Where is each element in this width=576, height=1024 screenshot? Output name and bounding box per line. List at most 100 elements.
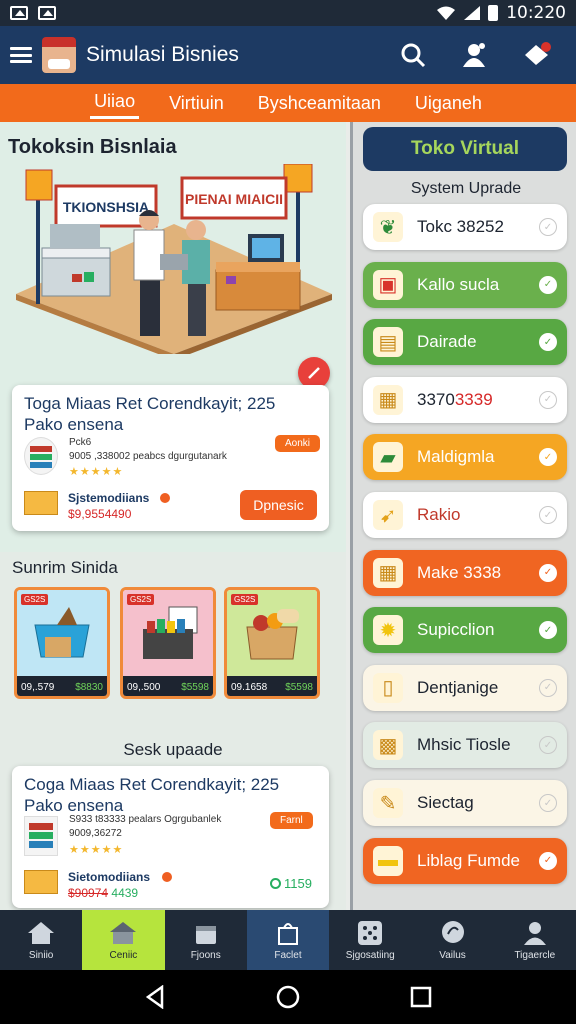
card-code: Pck6 bbox=[69, 437, 92, 448]
nav-label: Vailus bbox=[439, 949, 466, 961]
back-icon[interactable] bbox=[144, 985, 166, 1009]
banner-left-text: TKIONSHSIA bbox=[63, 199, 149, 215]
tab-virtiuin[interactable]: Virtiuin bbox=[165, 89, 228, 118]
device-icon: ▯ bbox=[373, 672, 403, 703]
right-menu-item[interactable]: ✹ Supicclion ✓ bbox=[363, 607, 567, 654]
alert-dot-icon bbox=[160, 493, 170, 503]
search-icon[interactable] bbox=[400, 42, 426, 68]
nav-item-settings[interactable]: Sjgosatiing bbox=[329, 910, 411, 970]
product-price: 09,.579 bbox=[21, 682, 55, 693]
product-thumbnail bbox=[24, 437, 58, 475]
product-price: 09.1658 bbox=[231, 682, 268, 693]
right-menu-item[interactable]: ▩ Mhsic Tiosle ✓ bbox=[363, 722, 567, 769]
right-menu-label: Siectag bbox=[417, 793, 474, 812]
nav-item-values[interactable]: Vailus bbox=[411, 910, 493, 970]
right-menu-item[interactable]: ▤ Dairade ✓ bbox=[363, 319, 567, 366]
tag-icon: ✎ bbox=[373, 788, 403, 818]
right-menu-label: Kallo sucla bbox=[417, 274, 500, 294]
check-circle-icon: ✓ bbox=[539, 218, 557, 236]
banner-right-text: PIENAI MIAICII bbox=[185, 191, 283, 207]
app-title: Simulasi Bisnies bbox=[86, 43, 239, 66]
nav-item-products[interactable]: Fjoons bbox=[165, 910, 247, 970]
nav-label: Ceniic bbox=[109, 949, 138, 961]
card-link[interactable]: Sietomodiians bbox=[68, 870, 150, 884]
nav-item-home[interactable]: Siniio bbox=[0, 910, 82, 970]
nav-item-store[interactable]: Ceniic bbox=[82, 910, 165, 970]
menu-icon[interactable] bbox=[10, 47, 32, 63]
notification-icon[interactable] bbox=[522, 41, 552, 69]
dots-grid-icon bbox=[358, 920, 383, 945]
right-menu-item[interactable]: ▣ Kallo sucla ✓ bbox=[363, 261, 567, 308]
box-icon bbox=[24, 491, 58, 515]
right-menu-label: Dentjanige bbox=[417, 677, 499, 697]
nav-label: Sjgosatiing bbox=[345, 949, 395, 961]
product-price-green: $5598 bbox=[181, 682, 209, 693]
card-description: 9005 ,338002 peabcs dgurgutanark bbox=[69, 451, 227, 462]
right-menu-item[interactable]: ➹ Rakio ✓ bbox=[363, 492, 567, 538]
check-circle-icon: ✓ bbox=[539, 448, 557, 467]
card-price-extra: 4439 bbox=[111, 886, 139, 900]
check-circle-icon: ✓ bbox=[539, 736, 557, 755]
battery-icon bbox=[488, 5, 499, 21]
recents-icon[interactable] bbox=[410, 986, 432, 1008]
box-icon bbox=[195, 925, 216, 944]
check-circle-icon: ✓ bbox=[539, 563, 557, 582]
nav-label: Siniio bbox=[28, 949, 54, 961]
tab-byshceamitaan[interactable]: Byshceamitaan bbox=[254, 89, 385, 118]
product-card[interactable]: Toga Miaas Ret Corendkayit; 225 Pako ens… bbox=[12, 385, 329, 531]
right-menu-item[interactable]: ▰ Maldigmla ✓ bbox=[363, 434, 567, 481]
right-menu-item[interactable]: ▦ 33703339 ✓ bbox=[363, 376, 567, 423]
lightbulb-icon: ✹ bbox=[373, 615, 403, 646]
home-circle-icon[interactable] bbox=[275, 984, 301, 1010]
tab-uiganeh[interactable]: Uiganeh bbox=[411, 89, 486, 118]
tab-bar: Uiiao Virtiuin Byshceamitaan Uiganeh bbox=[0, 84, 576, 122]
right-menu-label: Rakio bbox=[417, 505, 461, 524]
basket-product-icon bbox=[34, 607, 90, 658]
section-title-products: Sunrim Sinida bbox=[12, 558, 118, 577]
nav-item-profile[interactable]: Tigaercle bbox=[494, 910, 576, 970]
main-content: Tokoksin Bisnlaia TKIONSHSIA PIENAI MIAI… bbox=[0, 122, 346, 910]
hero-section: Tokoksin Bisnlaia TKIONSHSIA PIENAI MIAI… bbox=[0, 122, 346, 552]
crate-product-icon bbox=[143, 606, 198, 659]
wallet-icon: ▬ bbox=[373, 845, 403, 876]
nav-item-bag[interactable]: Faclet bbox=[246, 910, 330, 970]
right-menu-item[interactable]: ✎ Siectag ✓ bbox=[363, 780, 567, 826]
card-price: $90974 bbox=[68, 886, 109, 900]
avatar[interactable] bbox=[42, 37, 76, 73]
tab-uiiao[interactable]: Uiiao bbox=[90, 87, 140, 119]
grid-icon: ▩ bbox=[373, 730, 403, 761]
right-menu-label: Supicclion bbox=[417, 620, 495, 640]
right-menu-item[interactable]: ▯ Dentjanige ✓ bbox=[363, 664, 567, 711]
product-tile[interactable]: GS2S 09.1658 $5598 bbox=[224, 587, 320, 699]
counter-display: 1159 bbox=[270, 876, 312, 891]
product-tile[interactable]: GS2S 09,.500 $5598 bbox=[120, 587, 216, 699]
rating-stars: ★★★★★ bbox=[69, 466, 124, 478]
home-icon bbox=[28, 921, 55, 944]
basket-icon: ▤ bbox=[373, 327, 403, 358]
clock-icon bbox=[270, 878, 281, 889]
right-panel-heading: System Uprade bbox=[410, 180, 522, 197]
check-circle-icon: ✓ bbox=[539, 333, 557, 352]
right-menu-item[interactable]: ▦ Make 3338 ✓ bbox=[363, 549, 567, 596]
section-title-update: Sesk upaade bbox=[123, 740, 223, 759]
box-product-icon bbox=[246, 609, 299, 660]
card-price: $9,9554490 bbox=[68, 507, 132, 521]
chat-icon bbox=[441, 920, 464, 943]
card-link[interactable]: Sjstemodiians bbox=[68, 491, 149, 505]
box-icon bbox=[24, 870, 58, 894]
product-tile[interactable]: GS2S 09,.579 $8830 bbox=[14, 587, 110, 699]
right-menu-item[interactable]: ▬ Liblag Fumde ✓ bbox=[363, 837, 567, 884]
right-menu-label: Make 3338 bbox=[417, 562, 502, 582]
status-badge: Aonki bbox=[275, 435, 321, 452]
right-menu-label: Maldigmla bbox=[417, 447, 495, 467]
product-card[interactable]: Coga Miaas Ret Corendkayit; 225 Pako ens… bbox=[12, 766, 329, 908]
card-description-2: 9009,36272 bbox=[69, 828, 122, 839]
counter-value: 1159 bbox=[284, 876, 312, 891]
right-menu-label: Liblag Fumde bbox=[417, 850, 521, 870]
product-tag: GS2S bbox=[231, 594, 259, 605]
user-add-icon[interactable] bbox=[460, 41, 488, 69]
right-menu-item[interactable]: ❦ Tokc 38252 ✓ bbox=[363, 204, 567, 250]
detail-button[interactable]: Dpnesic bbox=[240, 490, 317, 520]
toko-virtual-button[interactable]: Toko Virtual bbox=[363, 127, 567, 171]
right-menu-label: 33703339 bbox=[417, 389, 493, 409]
